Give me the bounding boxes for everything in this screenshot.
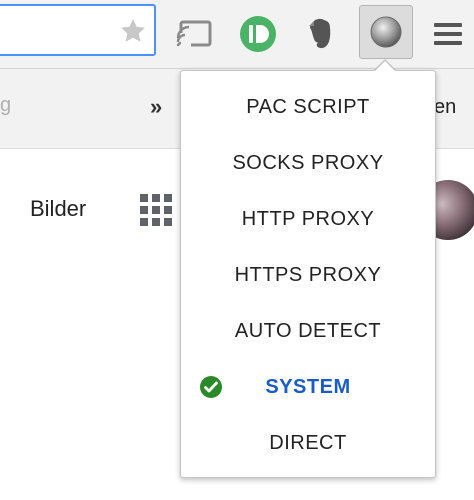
images-link[interactable]: Bilder xyxy=(30,196,86,222)
proxy-mode-label: SYSTEM xyxy=(265,376,351,398)
proxy-mode-list: PAC SCRIPT SOCKS PROXY HTTP PROXY HTTPS PRO… xyxy=(181,79,435,471)
bookmarks-overflow-chevron[interactable]: » xyxy=(150,94,162,120)
evernote-icon[interactable] xyxy=(300,14,340,54)
proxy-mode-label: HTTP PROXY xyxy=(241,208,375,230)
proxy-mode-item-pac-script[interactable]: PAC SCRIPT xyxy=(181,79,435,135)
proxy-mode-item-https-proxy[interactable]: HTTPS PROXY xyxy=(181,247,435,303)
checkmark-icon xyxy=(200,376,222,398)
proxy-extension-icon xyxy=(370,16,402,48)
proxy-mode-item-direct[interactable]: DIRECT xyxy=(181,415,435,471)
proxy-mode-item-auto-detect[interactable]: AUTO DETECT xyxy=(181,303,435,359)
proxy-mode-item-http-proxy[interactable]: HTTP PROXY xyxy=(181,191,435,247)
star-icon[interactable] xyxy=(118,16,148,46)
proxy-mode-item-system[interactable]: SYSTEM xyxy=(181,359,435,415)
bookmark-fragment[interactable]: g xyxy=(0,94,11,117)
proxy-extension-button[interactable] xyxy=(359,5,413,59)
proxy-mode-label: SOCKS PROXY xyxy=(232,152,384,174)
cast-icon[interactable] xyxy=(174,14,214,54)
proxy-mode-label: DIRECT xyxy=(269,432,347,454)
apps-grid-icon[interactable] xyxy=(139,193,173,227)
bookmark-fragment-right[interactable]: en xyxy=(434,96,456,119)
browser-toolbar xyxy=(0,0,474,69)
proxy-mode-popup: PAC SCRIPT SOCKS PROXY HTTP PROXY HTTPS PRO… xyxy=(180,70,436,478)
proxy-mode-label: PAC SCRIPT xyxy=(246,96,370,118)
proxy-mode-label: HTTPS PROXY xyxy=(234,264,382,286)
proxy-mode-label: AUTO DETECT xyxy=(234,320,382,342)
address-bar[interactable] xyxy=(0,4,156,56)
pushbullet-icon[interactable] xyxy=(238,14,278,54)
hamburger-menu-icon[interactable] xyxy=(428,14,468,54)
proxy-mode-item-socks-proxy[interactable]: SOCKS PROXY xyxy=(181,135,435,191)
popup-arrow-fill xyxy=(374,61,396,72)
